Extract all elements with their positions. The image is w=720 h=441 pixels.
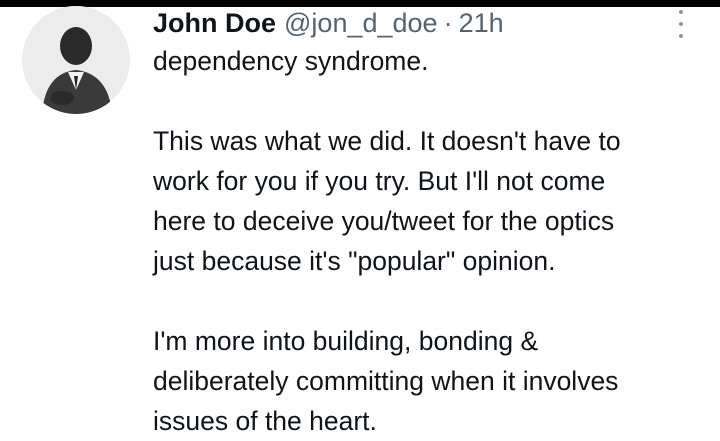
tweet-line: issues of the heart. [153,406,377,436]
tweet-line: This was what we did. It doesn't have to [153,126,621,156]
tweet-line: deliberately committing when it involves [153,366,619,396]
author-name[interactable]: John Doe [153,8,276,39]
tweet-body: dependency syndrome. This was what we di… [153,41,713,441]
more-vertical-icon-dot [679,22,683,26]
tweet-timestamp[interactable]: 21h [459,8,504,39]
author-handle[interactable]: @jon_d_doe [284,8,438,39]
avatar[interactable] [22,6,130,114]
more-options-button[interactable] [670,10,692,38]
window-top-edge [0,0,720,7]
tweet-line: dependency syndrome. [153,46,429,76]
header-separator: · [443,8,453,38]
tweet-line: I'm more into building, bonding & [153,326,539,356]
tweet-header: John Doe @jon_d_doe · 21h [153,8,504,40]
avatar-photo-icon [22,6,130,114]
more-vertical-icon-dot [679,34,683,38]
tweet-line: work for you if you try. But I'll not co… [153,166,606,196]
tweet-line: just because it's "popular" opinion. [153,246,556,276]
tweet-line: here to deceive you/tweet for the optics [153,206,615,236]
more-vertical-icon [679,10,683,14]
